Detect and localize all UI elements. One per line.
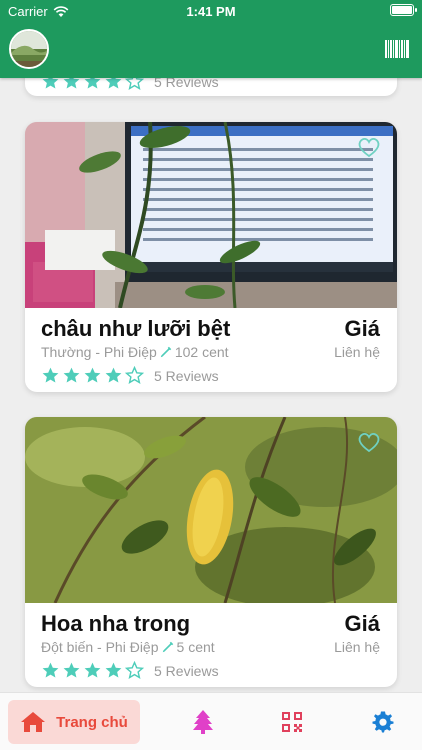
status-time: 1:41 PM <box>186 4 236 19</box>
barcode-icon[interactable] <box>384 39 410 59</box>
star-filled-icon <box>105 662 122 678</box>
product-meta: Đột biến - Phi Điệp 5 cent <box>41 639 215 655</box>
pen-icon <box>160 346 172 358</box>
tab-home-label: Trang chủ <box>56 713 128 731</box>
tab-trees[interactable] <box>185 700 221 744</box>
product-size: 102 cent <box>174 344 229 360</box>
star-filled-icon <box>105 367 122 383</box>
star-filled-icon <box>84 367 101 383</box>
product-photo <box>25 122 397 308</box>
tab-settings[interactable] <box>365 700 401 744</box>
tab-qr[interactable] <box>274 700 310 744</box>
product-meta: Thường - Phi Điệp 102 cent <box>41 344 229 360</box>
rating: 5 Reviews <box>41 661 219 680</box>
home-icon <box>21 712 46 732</box>
qr-code-icon <box>282 712 302 732</box>
bottom-tab-bar: Trang chủ <box>0 692 422 750</box>
app-header: Carrier 1:41 PM <box>0 0 422 78</box>
star-filled-icon <box>63 662 80 678</box>
tree-icon <box>193 710 213 734</box>
product-name: Hoa nha trong <box>41 611 191 636</box>
favorite-heart-icon[interactable] <box>357 431 381 453</box>
star-filled-icon <box>84 662 101 678</box>
price-label: Giá <box>344 611 380 636</box>
price-contact: Liên hệ <box>334 344 380 360</box>
star-outline-icon <box>125 661 144 680</box>
tab-home[interactable]: Trang chủ <box>8 700 140 744</box>
favorite-heart-icon[interactable] <box>357 136 381 158</box>
status-bar: Carrier 1:41 PM <box>0 0 422 22</box>
rating: 5 Reviews <box>41 366 219 385</box>
star-filled-icon <box>42 662 59 678</box>
product-category: Đột biến - Phi Điệp <box>41 639 159 655</box>
star-filled-icon <box>63 367 80 383</box>
price-contact: Liên hệ <box>334 639 380 655</box>
avatar[interactable] <box>9 29 49 69</box>
reviews-count: 5 Reviews <box>154 662 219 679</box>
price-label: Giá <box>344 316 380 341</box>
product-feed[interactable]: 5 Reviews châu như lưỡi bệt Giá Thường -… <box>0 0 422 692</box>
star-filled-icon <box>42 367 59 383</box>
product-card[interactable]: Hoa nha trong Giá Đột biến - Phi Điệp 5 … <box>25 417 397 687</box>
battery-icon <box>390 4 417 16</box>
star-outline-icon <box>125 366 144 385</box>
product-category: Thường - Phi Điệp <box>41 344 157 360</box>
product-card[interactable]: châu như lưỡi bệt Giá Thường - Phi Điệp … <box>25 122 397 392</box>
pen-icon <box>162 641 173 653</box>
reviews-count: 5 Reviews <box>154 367 219 384</box>
product-name: châu như lưỡi bệt <box>41 316 231 341</box>
product-photo <box>25 417 397 603</box>
product-size: 5 cent <box>176 639 215 655</box>
gear-icon <box>372 711 394 733</box>
